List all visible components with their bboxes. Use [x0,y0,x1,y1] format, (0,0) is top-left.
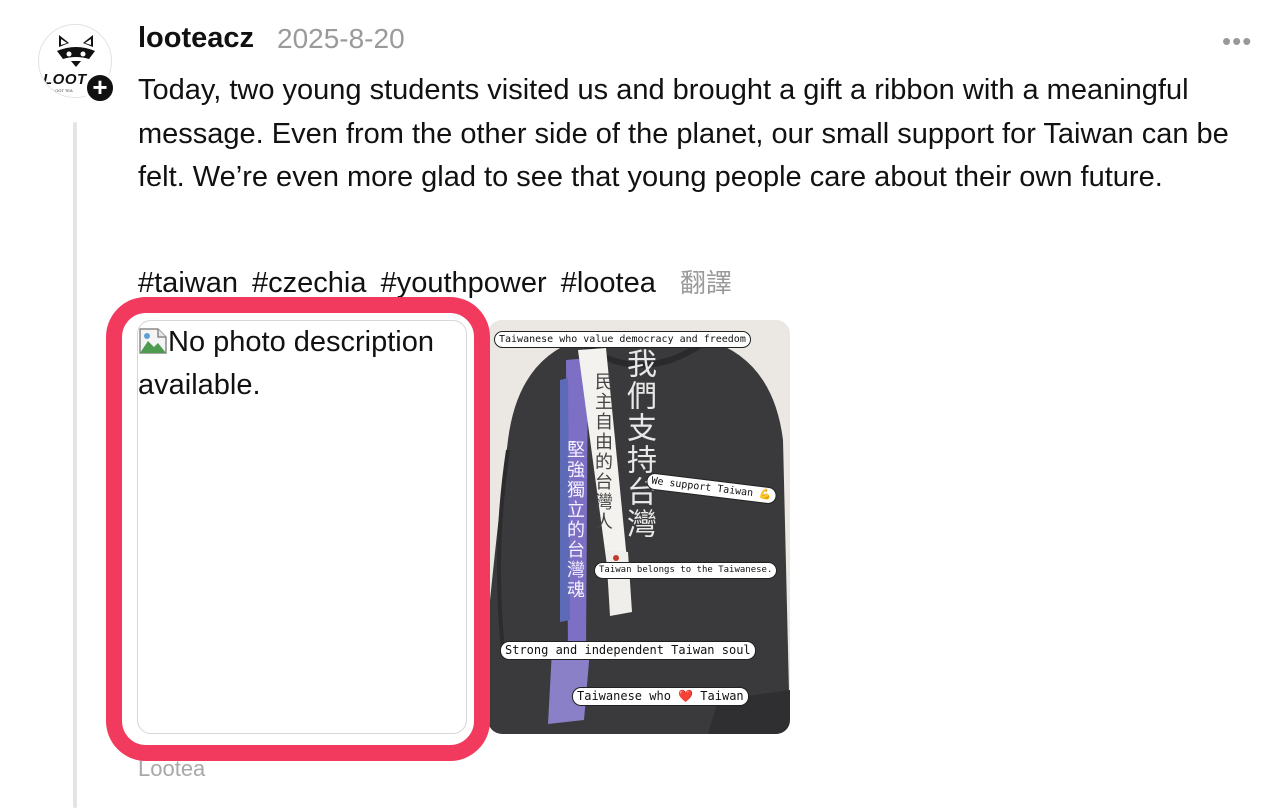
photo-caption-soul: Strong and independent Taiwan soul [500,641,756,660]
post-body: Today, two young students visited us and… [138,74,1229,193]
photo-caption-love: Taiwanese who ❤️ Taiwan [572,687,749,706]
broken-image-alt-text: No photo description available. [138,326,434,401]
translate-link[interactable]: 翻譯 [680,269,732,299]
author-footer: Lootea [138,756,206,781]
username[interactable]: looteacz [138,22,254,55]
post-date[interactable]: 2025-8-20 [277,23,405,55]
photo-purple-ribbon-text: 堅強獨立的台灣魂 [564,440,585,600]
hashtag-taiwan[interactable]: #taiwan [138,267,238,299]
photo-white-ribbon-text: 民主自由的台灣人 [592,372,613,532]
avatar-logo-text: LOOT [43,71,87,88]
broken-image-alt: No photo description available. [138,321,466,407]
photo-card[interactable]: 我們支持台灣 民主自由的台灣人 堅強獨立的台灣魂 Taiwanese who v… [488,320,790,734]
hashtag-youthpower[interactable]: #youthpower [381,267,547,299]
thread-line [73,122,77,808]
broken-image-card[interactable]: No photo description available. [137,320,467,734]
follow-plus-icon[interactable]: + [84,72,116,104]
photo-caption-top: Taiwanese who value democracy and freedo… [494,331,751,348]
hashtags-row: #taiwan #czechia #youthpower #lootea 翻譯 [138,263,732,300]
hashtag-lootea[interactable]: #lootea [561,267,656,299]
photo-caption-belongs: Taiwan belongs to the Taiwanese. [594,562,778,579]
more-options-icon[interactable]: ••• [1222,26,1252,57]
avatar-sub-text: LOOT TEA [53,88,73,93]
photo-hoodie-chinese-text: 我們支持台灣 [621,348,656,540]
threads-post: LOOT LOOT TEA + looteacz 2025-8-20 ••• T… [0,0,1280,808]
broken-image-icon [139,328,167,354]
hashtag-czechia[interactable]: #czechia [252,267,366,299]
